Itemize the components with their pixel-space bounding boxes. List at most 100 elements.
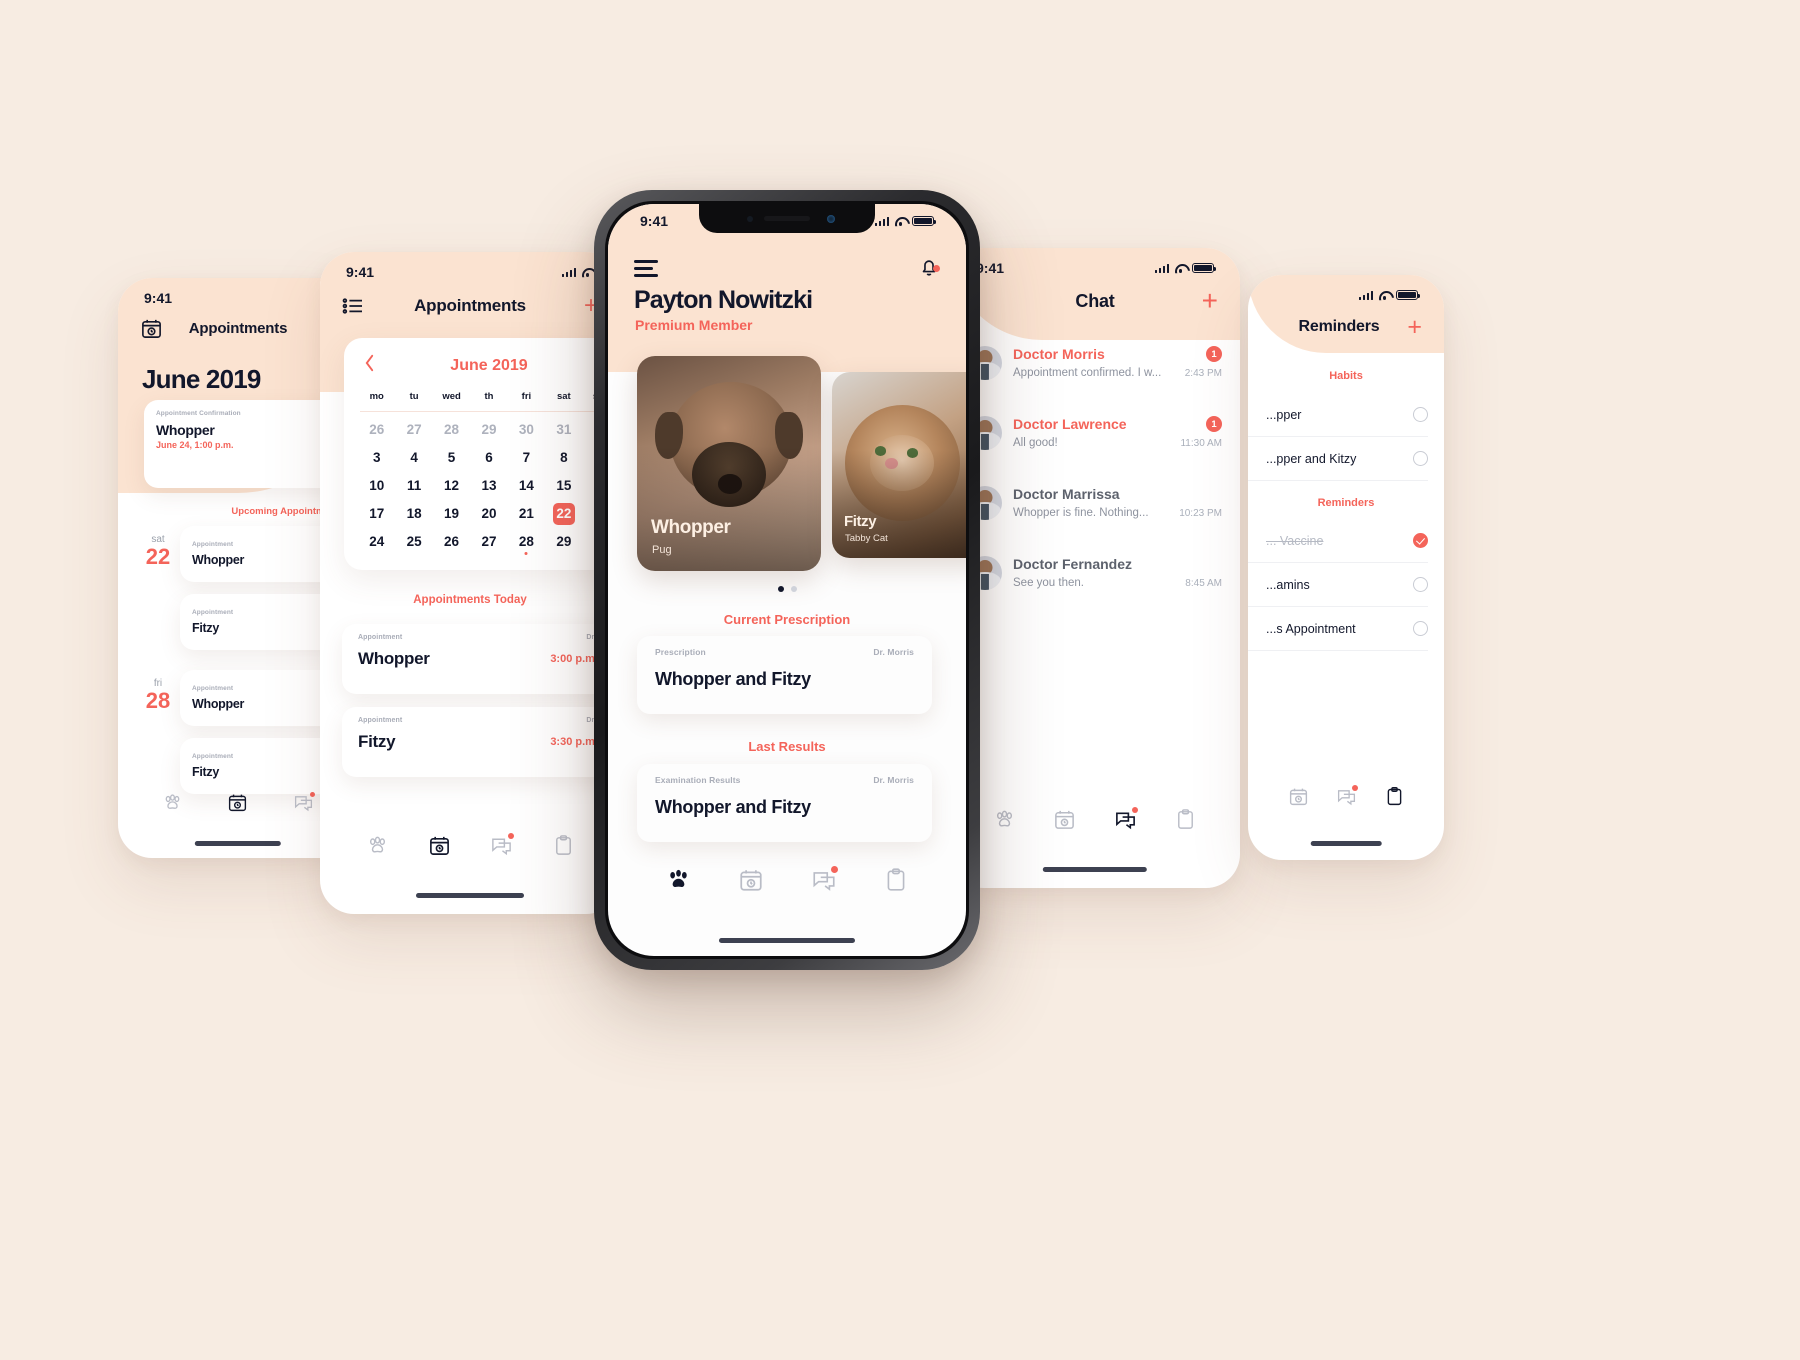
calendar-day[interactable]: 4 xyxy=(395,446,432,470)
list-item[interactable]: Doctor Marrissa Whopper is fine. Nothing… xyxy=(968,486,1222,520)
calendar-day[interactable]: 28 xyxy=(433,418,470,442)
calendar-day[interactable]: 27 xyxy=(395,418,432,442)
dow-label: wed xyxy=(442,391,461,402)
calendar-icon[interactable] xyxy=(738,867,764,898)
calendar-day-selected[interactable]: 22 xyxy=(545,502,582,526)
chat-contact-name: Doctor Lawrence xyxy=(1013,416,1127,432)
calendar-day[interactable]: 25 xyxy=(395,530,432,554)
calendar-icon[interactable] xyxy=(1053,808,1076,836)
calendar-day[interactable]: 12 xyxy=(433,474,470,498)
chat-icon[interactable] xyxy=(490,833,514,862)
calendar-day[interactable]: 27 xyxy=(470,530,507,554)
calendar-icon[interactable] xyxy=(428,834,451,862)
checkbox-circle-icon[interactable] xyxy=(1413,577,1428,592)
list-icon[interactable] xyxy=(342,297,364,315)
clipboard-icon[interactable] xyxy=(1384,786,1405,812)
pet-card-fitzy[interactable]: Fitzy Tabby Cat xyxy=(832,372,966,558)
list-item[interactable]: ...s Appointment xyxy=(1248,607,1428,651)
chat-timestamp: 2:43 PM xyxy=(1184,367,1222,379)
calendar-day[interactable]: 11 xyxy=(395,474,432,498)
list-item[interactable]: ... Vaccine xyxy=(1248,519,1428,563)
clipboard-icon[interactable] xyxy=(1174,808,1197,836)
calendar-day[interactable]: 29 xyxy=(470,418,507,442)
chat-icon[interactable] xyxy=(1336,785,1358,812)
calendar-icon[interactable] xyxy=(227,792,248,818)
paw-icon[interactable] xyxy=(665,866,692,898)
pet-name: Whopper xyxy=(192,553,245,567)
calendar-day[interactable]: 7 xyxy=(508,446,545,470)
appointment-time: 3:00 p.m. xyxy=(550,653,598,665)
signal-icon xyxy=(1358,290,1373,300)
calendar-day[interactable]: 3 xyxy=(358,446,395,470)
chat-contact-name: Doctor Fernandez xyxy=(1013,556,1133,572)
card-kicker: Prescription xyxy=(655,647,706,657)
list-item[interactable]: Appointment Dr. Morris Whopper 3:00 p.m. xyxy=(342,624,620,694)
chat-preview: See you then. xyxy=(1013,577,1084,589)
checkbox-circle-icon[interactable] xyxy=(1413,621,1428,636)
checkbox-circle-icon[interactable] xyxy=(1413,407,1428,422)
paw-icon[interactable] xyxy=(162,792,183,818)
list-item[interactable]: ...amins xyxy=(1248,563,1428,607)
divider xyxy=(360,411,618,412)
calendar-day[interactable]: 26 xyxy=(358,418,395,442)
calendar-day[interactable]: 5 xyxy=(433,446,470,470)
calendar-day[interactable]: 28 xyxy=(508,530,545,554)
list-item[interactable]: Doctor Lawrence 1 All good! 11:30 AM xyxy=(968,416,1222,450)
calendar-day[interactable]: 18 xyxy=(395,502,432,526)
hamburger-icon[interactable] xyxy=(634,260,658,281)
pet-name: Whopper xyxy=(156,422,215,438)
calendar-day[interactable]: 10 xyxy=(358,474,395,498)
signal-icon xyxy=(561,267,576,277)
appointment-datetime: June 24, 1:00 p.m. xyxy=(156,440,234,450)
checkbox-checked-icon[interactable] xyxy=(1413,533,1428,548)
list-item[interactable]: Doctor Morris 1 Appointment confirmed. I… xyxy=(968,346,1222,380)
calendar-day[interactable]: 21 xyxy=(508,502,545,526)
list-item[interactable]: ...pper xyxy=(1248,393,1428,437)
chat-icon[interactable] xyxy=(811,865,838,898)
clipboard-icon[interactable] xyxy=(552,834,575,862)
results-card[interactable]: Examination Results Dr. Morris Whopper a… xyxy=(637,764,932,842)
carousel-dots[interactable] xyxy=(608,586,966,592)
calendar-day[interactable]: 13 xyxy=(470,474,507,498)
calendar-day[interactable]: 14 xyxy=(508,474,545,498)
item-kicker: Appointment xyxy=(192,609,234,616)
unread-badge: 1 xyxy=(1206,416,1222,432)
list-item[interactable]: Appointment Dr. Morris Fitzy 3:30 p.m. xyxy=(342,707,620,777)
chat-icon[interactable] xyxy=(293,792,315,818)
chat-preview: Appointment confirmed. I w... xyxy=(1013,367,1162,379)
page-title: Appointments xyxy=(188,319,288,337)
calendar-day[interactable]: 24 xyxy=(358,530,395,554)
calendar-day[interactable]: 29 xyxy=(545,530,582,554)
calendar-day[interactable]: 6 xyxy=(470,446,507,470)
checkbox-circle-icon[interactable] xyxy=(1413,451,1428,466)
calendar-icon[interactable] xyxy=(1288,786,1309,812)
clipboard-icon[interactable] xyxy=(883,867,909,898)
calendar-day[interactable]: 8 xyxy=(545,446,582,470)
calendar-day[interactable]: 26 xyxy=(433,530,470,554)
calendar-clock-icon[interactable] xyxy=(140,317,163,340)
calendar-day[interactable]: 31 xyxy=(545,418,582,442)
chevron-left-icon[interactable] xyxy=(364,354,375,377)
calendar-day[interactable]: 15 xyxy=(545,474,582,498)
wifi-icon xyxy=(1174,263,1187,273)
membership-label: Premium Member xyxy=(635,317,753,333)
plus-icon[interactable]: + xyxy=(1202,287,1218,315)
pet-name: Fitzy xyxy=(358,732,396,751)
calendar-day[interactable]: 20 xyxy=(470,502,507,526)
calendar-day[interactable]: 30 xyxy=(508,418,545,442)
battery-icon xyxy=(1396,289,1421,301)
paw-icon[interactable] xyxy=(366,834,389,862)
prescription-card[interactable]: Prescription Dr. Morris Whopper and Fitz… xyxy=(637,636,932,714)
paw-icon[interactable] xyxy=(993,808,1016,836)
list-item[interactable]: ...pper and Kitzy xyxy=(1248,437,1428,481)
calendar-day[interactable]: 17 xyxy=(358,502,395,526)
list-item[interactable]: Doctor Fernandez See you then. 8:45 AM xyxy=(968,556,1222,590)
pet-breed: Pug xyxy=(652,544,672,556)
bell-icon[interactable] xyxy=(918,256,940,283)
pet-card-whopper[interactable]: Whopper Pug xyxy=(637,356,821,571)
chat-icon[interactable] xyxy=(1114,807,1138,836)
status-time: 9:41 xyxy=(346,264,375,280)
plus-icon[interactable]: + xyxy=(1407,314,1422,340)
results-title: Whopper and Fitzy xyxy=(655,797,811,817)
calendar-day[interactable]: 19 xyxy=(433,502,470,526)
